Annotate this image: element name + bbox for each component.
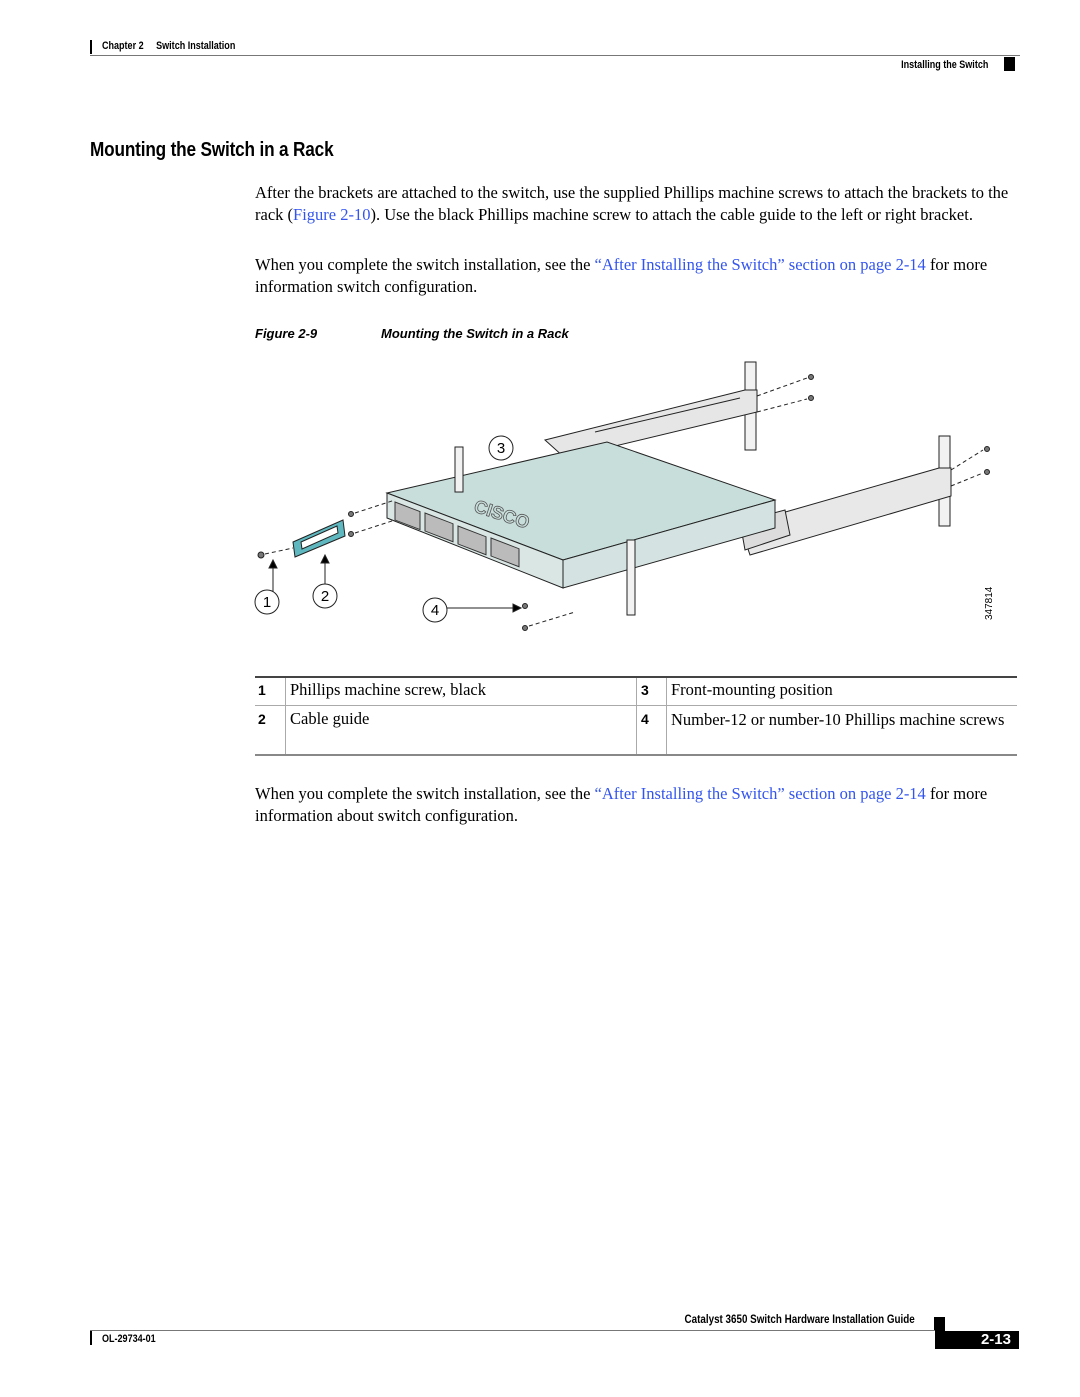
callout-2: 2 [321,588,329,605]
screw [984,469,990,475]
screw [808,395,814,401]
page-title: Mounting the Switch in a Rack [90,139,334,161]
figure-title: Mounting the Switch in a Rack [381,326,569,341]
legend-divider [636,678,637,754]
header-left-bar [90,40,92,54]
front-rack-post-left [454,446,464,493]
paragraph-text: When you complete the switch installatio… [255,784,595,803]
paragraph-text: ). Use the black Phillips machine screw … [370,204,973,224]
legend-bottom-rule [255,754,1017,756]
front-rack-post-right [626,539,636,616]
screw [522,625,528,631]
screw [257,551,265,559]
page-number-box: 2-13 [935,1331,1019,1349]
running-header-chapter: Chapter 2 Switch Installation [102,40,235,52]
footer-left-bar [90,1331,92,1345]
screw [984,446,990,452]
after-installing-link[interactable]: “After Installing the Switch” section on… [595,255,926,274]
rear-mounting-rail [543,389,758,459]
art-id: 347814 [984,586,995,620]
figure-2-10-link[interactable]: Figure 2-10 [293,205,370,224]
legend-num: 4 [641,711,649,727]
legend-text: Phillips machine screw, black [290,680,486,699]
chapter-title: Switch Installation [156,40,236,52]
rack-mount-illustration: 1 2 3 4 CISCO 347814 [245,350,1005,655]
legend-text: Cable guide [290,709,370,728]
screw [808,374,814,380]
legend-num: 2 [258,711,266,727]
screw [348,511,354,517]
header-rule [90,55,1020,56]
after-installing-link-2[interactable]: “After Installing the Switch” section on… [595,784,926,803]
figure-caption: Figure 2-9 Mounting the Switch in a Rack [255,326,569,341]
legend-num: 1 [258,682,266,698]
paragraph-text: When you complete the switch installatio… [255,255,595,274]
paragraph-complete-installation: When you complete the switch installatio… [255,254,1020,297]
callout-1: 1 [263,594,271,611]
legend-num: 3 [641,682,649,698]
header-marker-block [1004,57,1015,71]
paragraph-brackets: After the brackets are attached to the s… [255,182,1020,225]
legend-divider [285,678,286,754]
page-number: 2-13 [980,1331,1011,1348]
legend-text: Number-12 or number-10 Phillips machine … [671,710,1005,729]
legend-text: Front-mounting position [671,680,833,699]
chapter-number: Chapter 2 [102,40,144,52]
footer-marker-block [934,1317,945,1331]
screw [522,603,528,609]
running-header-section: Installing the Switch [900,59,988,71]
footer-rule [90,1330,935,1331]
screw [348,531,354,537]
paragraph-complete-installation-2: When you complete the switch installatio… [255,783,1020,826]
legend-divider [666,678,667,754]
callout-4: 4 [431,602,439,619]
callout-3: 3 [497,440,505,457]
figure-number: Figure 2-9 [255,326,318,341]
footer-doc-number: OL-29734-01 [102,1333,156,1345]
footer-guide-title: Catalyst 3650 Switch Hardware Installati… [684,1312,915,1326]
